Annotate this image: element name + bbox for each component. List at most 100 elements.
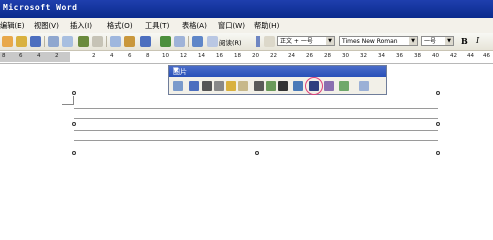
picture-toolbar[interactable]: 图片 ▼ × xyxy=(168,65,387,95)
hyperlink-icon[interactable] xyxy=(160,36,171,47)
insert-picture-icon[interactable] xyxy=(173,81,183,91)
italic-button[interactable]: I xyxy=(476,36,479,45)
selection-handle[interactable] xyxy=(72,151,76,155)
ruler-mark: 46 xyxy=(483,53,490,59)
open-folder-icon[interactable] xyxy=(16,36,27,47)
menu-insert[interactable]: 插入(I) xyxy=(70,21,92,31)
selection-handle[interactable] xyxy=(255,151,259,155)
tables-icon[interactable] xyxy=(174,36,185,47)
more-brightness-icon[interactable] xyxy=(226,81,236,91)
toolbar-separator xyxy=(188,36,189,47)
margin-corner-mark xyxy=(73,96,74,105)
more-contrast-icon[interactable] xyxy=(202,81,212,91)
toolbar-separator xyxy=(106,36,107,47)
ruler-mark: 12 xyxy=(180,53,187,59)
style-combo[interactable]: 正文 + 一号 ▼ xyxy=(277,36,335,46)
reading-mode-button[interactable]: 阅读(R) xyxy=(219,37,242,47)
title-bar: Microsoft Word xyxy=(0,0,493,18)
ruler-mark: 32 xyxy=(360,53,367,59)
compress-picture-icon[interactable] xyxy=(293,81,303,91)
horizontal-line[interactable] xyxy=(74,118,438,119)
ruler-mark: 30 xyxy=(342,53,349,59)
ruler-mark: 8 xyxy=(146,53,150,59)
set-transparent-color-icon[interactable] xyxy=(339,81,349,91)
horizontal-line[interactable] xyxy=(74,130,438,131)
ruler-mark: 20 xyxy=(252,53,259,59)
ruler-mark: 42 xyxy=(450,53,457,59)
ruler-mark: 36 xyxy=(396,53,403,59)
selection-handle[interactable] xyxy=(436,91,440,95)
horizontal-ruler[interactable]: 8 6 4 2 2 4 6 8 10 12 14 16 18 20 22 24 … xyxy=(0,51,493,64)
undo-icon[interactable] xyxy=(140,36,151,47)
horizontal-line[interactable] xyxy=(74,140,438,141)
paste-icon[interactable] xyxy=(124,36,135,47)
highlight-circle xyxy=(305,77,323,95)
menu-tools[interactable]: 工具(T) xyxy=(145,21,169,31)
chevron-down-icon[interactable]: ▼ xyxy=(445,37,453,45)
crop-icon[interactable] xyxy=(254,81,264,91)
ruler-mark: 16 xyxy=(216,53,223,59)
reset-picture-icon[interactable] xyxy=(359,81,369,91)
menu-window[interactable]: 窗口(W) xyxy=(218,21,245,31)
selection-handle[interactable] xyxy=(436,122,440,126)
standard-toolbar: 阅读(R) 正文 + 一号 ▼ Times New Roman ▼ 一号 ▼ B… xyxy=(0,33,493,51)
ruler-mark: 4 xyxy=(110,53,114,59)
toolbar-grip[interactable] xyxy=(256,36,260,47)
selection-handle[interactable] xyxy=(72,91,76,95)
font-size-value: 一号 xyxy=(424,38,437,45)
color-icon[interactable] xyxy=(189,81,199,91)
font-combo[interactable]: Times New Roman ▼ xyxy=(339,36,418,46)
print-icon[interactable] xyxy=(48,36,59,47)
line-style-icon[interactable] xyxy=(278,81,288,91)
new-document-icon[interactable] xyxy=(2,36,13,47)
selection-handle[interactable] xyxy=(72,122,76,126)
menu-format[interactable]: 格式(O) xyxy=(107,21,133,31)
font-size-combo[interactable]: 一号 ▼ xyxy=(421,36,454,46)
save-icon[interactable] xyxy=(30,36,41,47)
ruler-mark: 2 xyxy=(55,53,59,59)
ruler-margin xyxy=(0,52,70,62)
rotate-icon[interactable] xyxy=(266,81,276,91)
ruler-mark: 26 xyxy=(306,53,313,59)
ruler-mark: 10 xyxy=(162,53,169,59)
spelling-icon[interactable] xyxy=(78,36,89,47)
chevron-down-icon[interactable]: ▼ xyxy=(409,37,417,45)
print-preview-icon[interactable] xyxy=(62,36,73,47)
close-icon[interactable]: × xyxy=(173,66,383,75)
menu-view[interactable]: 视图(V) xyxy=(34,21,59,31)
reading-mode-icon[interactable] xyxy=(207,36,218,47)
ruler-mark: 6 xyxy=(128,53,132,59)
ruler-mark: 40 xyxy=(432,53,439,59)
copy-icon[interactable] xyxy=(110,36,121,47)
menu-help[interactable]: 帮助(H) xyxy=(254,21,279,31)
ruler-mark: 4 xyxy=(37,53,41,59)
ruler-mark: 22 xyxy=(270,53,277,59)
bold-button[interactable]: B xyxy=(461,36,468,46)
ruler-mark: 34 xyxy=(378,53,385,59)
styles-icon[interactable] xyxy=(264,36,275,47)
window-title: Microsoft Word xyxy=(3,3,78,12)
menu-edit[interactable]: 编辑(E) xyxy=(0,21,25,31)
ruler-mark: 28 xyxy=(324,53,331,59)
less-contrast-icon[interactable] xyxy=(214,81,224,91)
style-value: 正文 + 一号 xyxy=(280,38,313,45)
research-icon[interactable] xyxy=(92,36,103,47)
less-brightness-icon[interactable] xyxy=(238,81,248,91)
ruler-mark: 44 xyxy=(467,53,474,59)
ruler-mark: 38 xyxy=(414,53,421,59)
ruler-mark: 14 xyxy=(198,53,205,59)
selection-handle[interactable] xyxy=(436,151,440,155)
toolbar-separator xyxy=(44,36,45,47)
ruler-mark: 8 xyxy=(2,53,6,59)
font-value: Times New Roman xyxy=(342,38,398,45)
ruler-mark: 2 xyxy=(92,53,96,59)
format-picture-icon[interactable] xyxy=(324,81,334,91)
picture-toolbar-titlebar[interactable]: 图片 ▼ × xyxy=(169,66,386,77)
horizontal-line[interactable] xyxy=(74,108,438,109)
menu-table[interactable]: 表格(A) xyxy=(182,21,207,31)
help-icon[interactable] xyxy=(192,36,203,47)
chevron-down-icon[interactable]: ▼ xyxy=(326,37,334,45)
menu-bar: 编辑(E) 视图(V) 插入(I) 格式(O) 工具(T) 表格(A) 窗口(W… xyxy=(0,18,493,33)
margin-corner-mark xyxy=(62,104,74,105)
ruler-mark: 6 xyxy=(19,53,23,59)
